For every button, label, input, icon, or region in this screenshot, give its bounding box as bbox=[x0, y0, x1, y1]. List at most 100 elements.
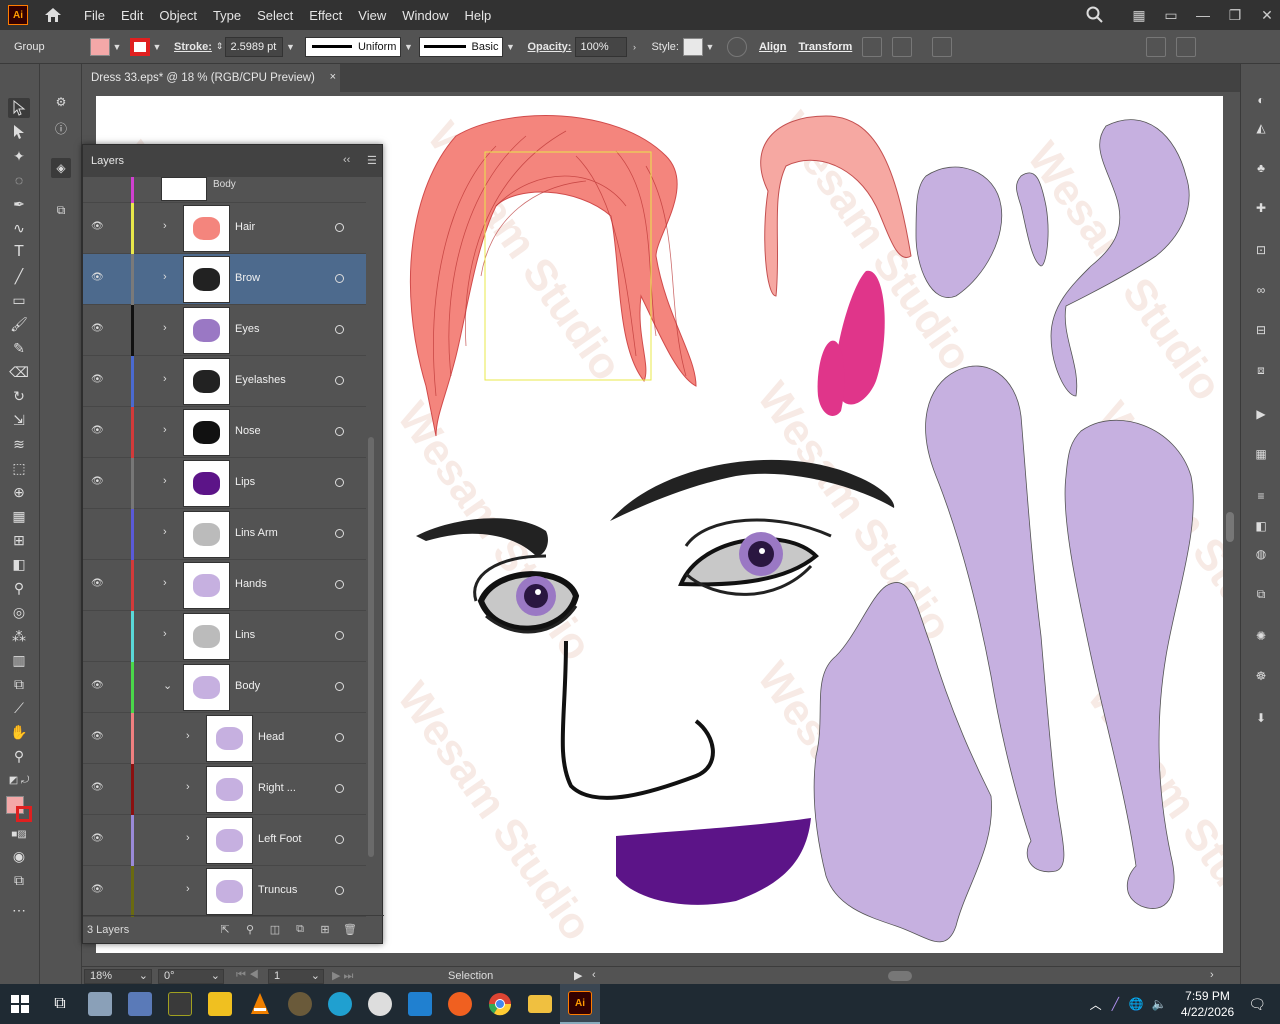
layer-name[interactable]: Truncus bbox=[258, 884, 297, 896]
drawing-mode-icon[interactable]: ◉ bbox=[8, 846, 30, 866]
eraser-tool-icon[interactable]: ⌫ bbox=[8, 362, 30, 382]
layer-row[interactable]: 👁 › Left Foot bbox=[83, 815, 366, 866]
style-dropdown-icon[interactable]: ▼ bbox=[703, 42, 717, 52]
stroke-color-icon[interactable] bbox=[16, 806, 32, 822]
new-sublayer-icon[interactable]: ⧉ bbox=[293, 923, 307, 937]
target-circle-icon[interactable] bbox=[335, 631, 344, 640]
line-tool-icon[interactable]: ╱ bbox=[8, 266, 30, 286]
layer-row[interactable]: › Lins Arm bbox=[83, 509, 366, 560]
color-mode-icon[interactable]: ■▨ bbox=[8, 824, 30, 844]
zoom-tool-icon[interactable]: ⚲ bbox=[8, 746, 30, 766]
target-circle-icon[interactable] bbox=[335, 325, 344, 334]
align-button[interactable]: Align bbox=[759, 41, 787, 53]
paint-app-icon[interactable] bbox=[120, 984, 160, 1024]
rotation-field[interactable]: 0° ⌄ bbox=[158, 969, 224, 984]
stroke-weight-field[interactable]: 2.5989 pt bbox=[225, 36, 284, 57]
menu-view[interactable]: View bbox=[358, 8, 386, 23]
file-explorer-icon[interactable] bbox=[520, 984, 560, 1024]
warp-tool-icon[interactable]: ≋ bbox=[8, 434, 30, 454]
graphic-styles-panel-icon[interactable]: ⧉ bbox=[1251, 584, 1271, 604]
clock[interactable]: 7:59 PM 4/22/2026 bbox=[1181, 988, 1234, 1020]
layer-name[interactable]: Eyelashes bbox=[235, 374, 286, 386]
menu-file[interactable]: File bbox=[84, 8, 105, 23]
magic-wand-tool-icon[interactable]: ✦ bbox=[8, 146, 30, 166]
expand-chevron-icon[interactable]: › bbox=[163, 220, 167, 232]
visibility-eye-icon[interactable]: 👁 bbox=[91, 272, 105, 286]
layers-panel-icon[interactable]: ◈ bbox=[51, 158, 71, 178]
panel-options-icon[interactable] bbox=[1176, 36, 1197, 57]
layer-name[interactable]: Lins Arm bbox=[235, 527, 278, 539]
photos-app-icon[interactable] bbox=[80, 984, 120, 1024]
expand-chevron-icon[interactable]: › bbox=[163, 526, 167, 538]
opacity-label[interactable]: Opacity: bbox=[527, 41, 571, 53]
task-view-icon[interactable]: ⧉ bbox=[40, 984, 80, 1024]
layer-row[interactable]: 👁 › Hands bbox=[83, 560, 366, 611]
expand-chevron-icon[interactable]: › bbox=[186, 832, 190, 844]
new-layer-icon[interactable]: ⊞ bbox=[318, 923, 332, 937]
target-circle-icon[interactable] bbox=[335, 580, 344, 589]
target-circle-icon[interactable] bbox=[335, 529, 344, 538]
visibility-eye-icon[interactable]: 👁 bbox=[91, 578, 105, 592]
slice-tool-icon[interactable]: ⟋ bbox=[8, 698, 30, 718]
isolate-group-icon[interactable] bbox=[862, 36, 883, 57]
expand-chevron-icon[interactable]: › bbox=[163, 271, 167, 283]
visibility-toggle[interactable] bbox=[91, 629, 105, 643]
expand-chevron-icon[interactable]: › bbox=[163, 424, 167, 436]
layer-row[interactable]: 👁 › Eyes bbox=[83, 305, 366, 356]
transparency-panel-icon[interactable]: ◧ bbox=[1251, 516, 1271, 536]
network-icon[interactable]: 🌐 bbox=[1129, 997, 1144, 1011]
scroll-left-icon[interactable]: ‹ bbox=[592, 969, 596, 981]
layer-name[interactable]: Lins bbox=[235, 629, 255, 641]
mesh-tool-icon[interactable]: ⊞ bbox=[8, 530, 30, 550]
expand-chevron-icon[interactable]: › bbox=[186, 781, 190, 793]
screen-mode-icon[interactable]: ⧉ bbox=[8, 870, 30, 890]
status-menu-icon[interactable]: ▶ bbox=[574, 969, 582, 982]
zoom-dropdown-icon[interactable]: ⌄ bbox=[139, 970, 148, 983]
last-artboard-icon[interactable]: ▶ ⏭ bbox=[332, 969, 353, 983]
artboards-panel-icon[interactable]: ⧉ bbox=[51, 200, 71, 220]
profile-dropdown-icon[interactable]: ▼ bbox=[401, 42, 415, 52]
visibility-eye-icon[interactable]: 👁 bbox=[91, 833, 105, 847]
visibility-eye-icon[interactable]: 👁 bbox=[91, 731, 105, 745]
type-tool-icon[interactable]: T bbox=[8, 242, 30, 262]
fill-dropdown-icon[interactable]: ▼ bbox=[110, 42, 124, 52]
default-colors-icon[interactable]: ◩ ⤾ bbox=[8, 770, 30, 790]
layers-panel-header[interactable]: Layers ‹‹ ☰ bbox=[83, 145, 382, 177]
target-circle-icon[interactable] bbox=[335, 274, 344, 283]
menu-select[interactable]: Select bbox=[257, 8, 293, 23]
shaper-tool-icon[interactable]: ✎ bbox=[8, 338, 30, 358]
layer-name[interactable]: Body bbox=[235, 680, 260, 692]
edit-toolbar-icon[interactable]: ⋯ bbox=[8, 900, 30, 920]
expand-chevron-icon[interactable]: › bbox=[163, 373, 167, 385]
image-trace-panel-icon[interactable]: ☸ bbox=[1251, 666, 1271, 686]
recolor-artwork-icon[interactable] bbox=[726, 36, 747, 57]
column-graph-tool-icon[interactable]: ▥ bbox=[8, 650, 30, 670]
layer-name[interactable]: Right ... bbox=[258, 782, 296, 794]
store-icon[interactable] bbox=[400, 984, 440, 1024]
layer-row[interactable]: 👁 › Hair bbox=[83, 203, 366, 254]
stroke-swatch[interactable] bbox=[130, 37, 150, 56]
show-hidden-icons[interactable]: ︿ bbox=[1090, 996, 1102, 1013]
blend-tool-icon[interactable]: ◎ bbox=[8, 602, 30, 622]
target-circle-icon[interactable] bbox=[335, 376, 344, 385]
lasso-tool-icon[interactable]: ◌ bbox=[8, 170, 30, 190]
layer-row[interactable]: › Lins bbox=[83, 611, 366, 662]
brush-definition[interactable]: Basic bbox=[419, 36, 504, 57]
graphic-style-swatch[interactable] bbox=[682, 37, 703, 56]
align-panel-icon[interactable]: ⊟ bbox=[1251, 320, 1271, 340]
target-circle-icon[interactable] bbox=[335, 835, 344, 844]
variable-width-profile[interactable]: Uniform bbox=[305, 36, 402, 57]
layer-row[interactable]: 👁 › Right ... bbox=[83, 764, 366, 815]
fill-swatch[interactable] bbox=[90, 37, 110, 56]
layer-row[interactable]: 👁 › Truncus bbox=[83, 866, 366, 917]
panel-menu-icon[interactable]: ☰ bbox=[367, 154, 377, 167]
layer-row[interactable]: 👁 ⌄ Body bbox=[83, 662, 366, 713]
symbols-panel-icon[interactable]: ♣ bbox=[1251, 158, 1271, 178]
close-tab-icon[interactable]: × bbox=[330, 71, 336, 83]
rotation-dropdown-icon[interactable]: ⌄ bbox=[211, 970, 220, 983]
hand-tool-icon[interactable]: ✋ bbox=[8, 722, 30, 742]
menu-object[interactable]: Object bbox=[159, 8, 197, 23]
layer-name[interactable]: Hands bbox=[235, 578, 267, 590]
visibility-eye-icon[interactable]: 👁 bbox=[91, 221, 105, 235]
target-circle-icon[interactable] bbox=[335, 427, 344, 436]
